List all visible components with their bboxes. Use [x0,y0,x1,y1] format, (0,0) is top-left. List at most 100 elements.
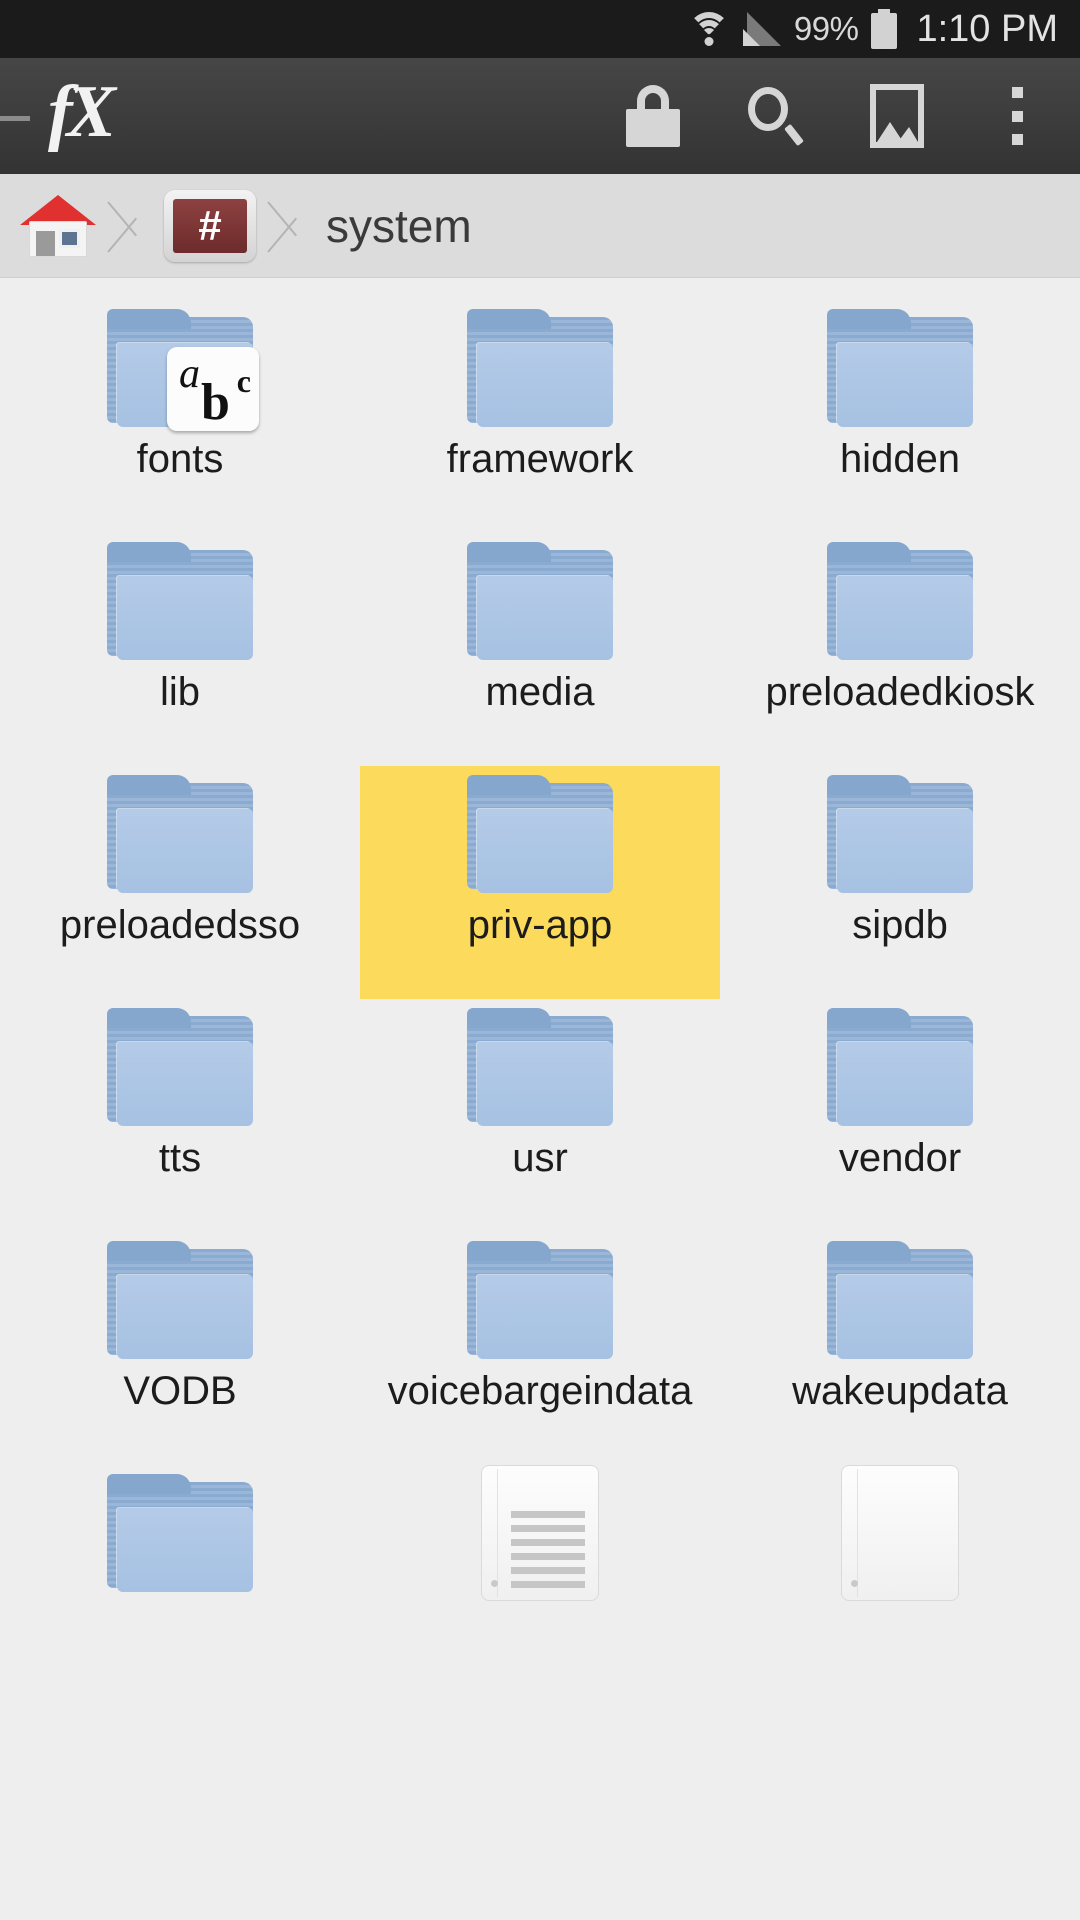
file-grid-item[interactable] [0,1465,360,1698]
status-bar: 99% 1:10 PM [0,0,1080,58]
file-icon-wrapper [0,1465,360,1601]
file-icon-wrapper: abc [0,300,360,436]
file-grid-item[interactable]: preloadedsso [0,766,360,999]
breadcrumb-item-root[interactable]: # [156,174,256,278]
overflow-menu-icon [1012,87,1026,145]
file-grid-item[interactable]: a b c fonts [0,300,360,533]
file-icon-wrapper [0,766,360,902]
breadcrumb-item-system[interactable]: system [316,174,472,278]
folder-icon [827,542,973,660]
breadcrumb: # system [0,174,1080,278]
root-hash-glyph: # [173,198,247,253]
file-grid-item[interactable]: framework [360,300,720,533]
image-button[interactable] [836,58,958,174]
file-icon-wrapper [720,533,1080,669]
file-icon-wrapper [0,999,360,1135]
file-name-label: hidden [839,437,961,481]
folder-icon [107,1474,253,1592]
folder-icon [827,1008,973,1126]
file-grid-item[interactable]: wakeupdata [720,1232,1080,1465]
folder-icon [107,1008,253,1126]
folder-icon [107,542,253,660]
file-grid-item[interactable]: hidden [720,300,1080,533]
app-toolbar: fX [0,58,1080,174]
file-name-label: usr [512,1136,568,1180]
folder-icon [467,542,613,660]
file-name-label: preloadedkiosk [765,670,1035,714]
file-grid-item[interactable]: vendor [720,999,1080,1232]
app-logo[interactable]: fX [48,75,116,149]
folder-icon [467,775,613,893]
file-name-label: lib [159,670,201,714]
file-icon-wrapper [360,999,720,1135]
battery-percent-label: 99% [793,10,859,47]
root-hash-icon: # [164,189,256,262]
breadcrumb-separator-icon [96,174,156,278]
file-icon-wrapper [360,1465,720,1601]
folder-icon [467,1008,613,1126]
file-grid-item[interactable]: priv-app [360,766,720,999]
file-icon-wrapper [360,300,720,436]
folder-icon [827,775,973,893]
file-grid-item[interactable]: tts [0,999,360,1232]
file-icon-wrapper [0,533,360,669]
toolbar-actions [592,58,1080,174]
file-icon-wrapper [360,533,720,669]
file-grid: a b c fonts framework hidden lib media preloaded… [0,278,1080,1919]
file-icon-wrapper [720,766,1080,902]
file-name-label: media [485,670,595,714]
lock-button[interactable] [592,58,714,174]
search-icon [746,85,804,147]
file-grid-item[interactable]: lib [0,533,360,766]
document-icon [841,1465,959,1601]
file-icon-wrapper [720,1465,1080,1601]
file-icon-wrapper [360,1232,720,1368]
search-button[interactable] [714,58,836,174]
file-grid-item[interactable] [360,1465,720,1698]
breadcrumb-current-label: system [326,199,472,252]
folder-icon [827,309,973,427]
file-name-label: tts [158,1136,202,1180]
file-name-label: preloadedsso [59,903,301,947]
folder-icon [107,775,253,893]
folder-icon [467,1241,613,1359]
home-icon [20,194,96,257]
folder-icon [467,309,613,427]
file-name-label: VODB [123,1369,237,1413]
file-grid-item[interactable]: voicebargeindata [360,1232,720,1465]
overflow-menu-button[interactable] [958,58,1080,174]
battery-icon [871,9,898,49]
file-grid-item[interactable]: preloadedkiosk [720,533,1080,766]
abc-letter-c: c [236,363,251,399]
folder-icon [827,1241,973,1359]
folder-icon: abc [107,309,259,431]
file-name-label: vendor [838,1136,962,1180]
file-icon-wrapper [720,999,1080,1135]
file-icon-wrapper [720,1232,1080,1368]
file-grid-item[interactable]: media [360,533,720,766]
file-name-label: sipdb [852,903,948,947]
breadcrumb-item-home[interactable] [0,174,96,278]
file-grid-item[interactable] [720,1465,1080,1698]
file-grid-item[interactable]: usr [360,999,720,1232]
breadcrumb-separator-icon [256,174,316,278]
file-name-label: voicebargeindata [387,1369,693,1413]
document-icon [481,1465,599,1601]
abc-badge-icon: abc [167,347,259,431]
file-icon-wrapper [720,300,1080,436]
lock-icon [626,85,680,147]
file-grid-item[interactable]: VODB [0,1232,360,1465]
drawer-handle[interactable] [0,116,30,121]
signal-icon [742,12,781,46]
file-icon-wrapper [360,766,720,902]
file-icon-wrapper [0,1232,360,1368]
file-grid-item[interactable]: sipdb [720,766,1080,999]
file-name-label: fonts [136,437,224,481]
status-bar-clock: 1:10 PM [916,7,1058,50]
folder-icon [107,1241,253,1359]
abc-letter-b: b [201,374,230,431]
file-name-label: priv-app [467,903,613,947]
file-name-label: framework [446,437,634,481]
abc-letter-a: a [179,351,200,397]
wifi-icon [687,12,730,46]
